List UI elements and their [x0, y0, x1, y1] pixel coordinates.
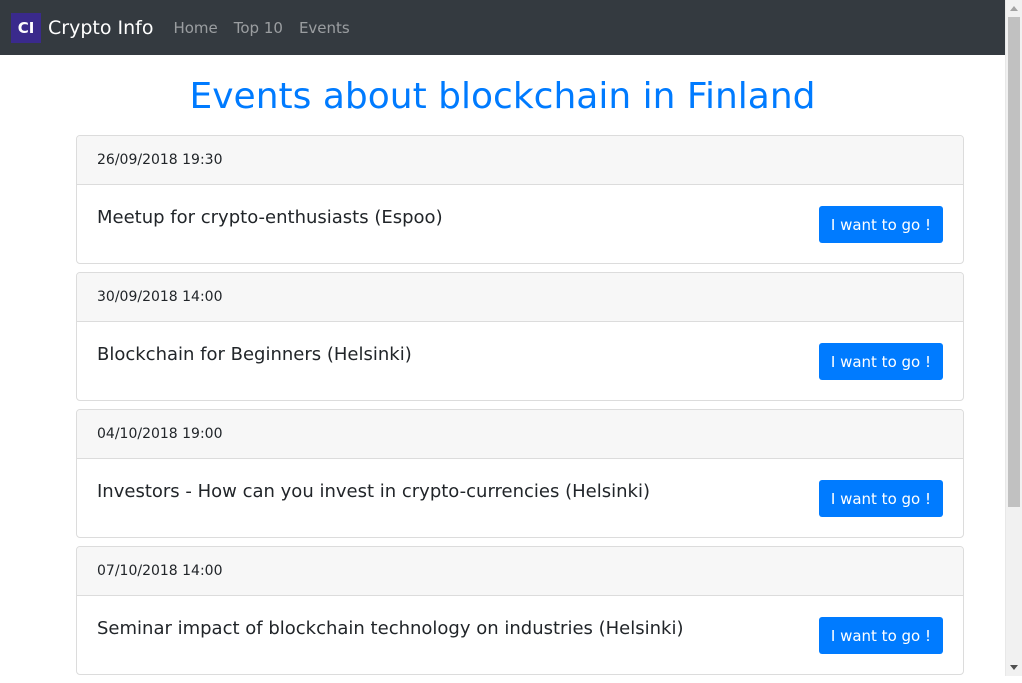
event-list: 26/09/2018 19:30 Meetup for crypto-enthu…: [76, 135, 964, 683]
event-card: 07/10/2018 14:00 Seminar impact of block…: [76, 546, 964, 675]
scroll-down-arrow-icon[interactable]: [1010, 665, 1018, 670]
event-body: Blockchain for Beginners (Helsinki) I wa…: [77, 322, 963, 400]
event-datetime: 30/09/2018 14:00: [77, 273, 963, 322]
event-datetime: 26/09/2018 19:30: [77, 136, 963, 185]
event-body: Seminar impact of blockchain technology …: [77, 596, 963, 674]
nav-links: Home Top 10 Events: [173, 19, 365, 37]
top-navbar: CI Crypto Info Home Top 10 Events: [0, 0, 1005, 55]
event-title: Investors - How can you invest in crypto…: [97, 481, 650, 502]
event-title: Blockchain for Beginners (Helsinki): [97, 344, 412, 365]
nav-link-top-10[interactable]: Top 10: [234, 19, 283, 37]
i-want-to-go-button[interactable]: I want to go !: [818, 343, 943, 380]
i-want-to-go-button[interactable]: I want to go !: [818, 206, 943, 243]
event-title: Meetup for crypto-enthusiasts (Espoo): [97, 207, 443, 228]
event-body: Meetup for crypto-enthusiasts (Espoo) I …: [77, 185, 963, 263]
scroll-up-arrow-icon[interactable]: [1010, 6, 1018, 11]
nav-link-events[interactable]: Events: [299, 19, 350, 37]
i-want-to-go-button[interactable]: I want to go !: [818, 480, 943, 517]
nav-link-home[interactable]: Home: [173, 19, 217, 37]
scrollbar-thumb[interactable]: [1008, 17, 1020, 507]
brand-link[interactable]: CI Crypto Info: [11, 12, 154, 43]
brand-name: Crypto Info: [48, 16, 154, 39]
event-card: 30/09/2018 14:00 Blockchain for Beginner…: [76, 272, 964, 401]
event-datetime: 07/10/2018 14:00: [77, 547, 963, 596]
event-title: Seminar impact of blockchain technology …: [97, 618, 684, 639]
event-card: 26/09/2018 19:30 Meetup for crypto-enthu…: [76, 135, 964, 264]
event-datetime: 04/10/2018 19:00: [77, 410, 963, 459]
event-body: Investors - How can you invest in crypto…: [77, 459, 963, 537]
brand-logo: CI: [11, 12, 41, 43]
event-card: 04/10/2018 19:00 Investors - How can you…: [76, 409, 964, 538]
vertical-scrollbar[interactable]: [1005, 0, 1022, 676]
page-title: Events about blockchain in Finland: [189, 76, 816, 117]
i-want-to-go-button[interactable]: I want to go !: [818, 617, 943, 654]
